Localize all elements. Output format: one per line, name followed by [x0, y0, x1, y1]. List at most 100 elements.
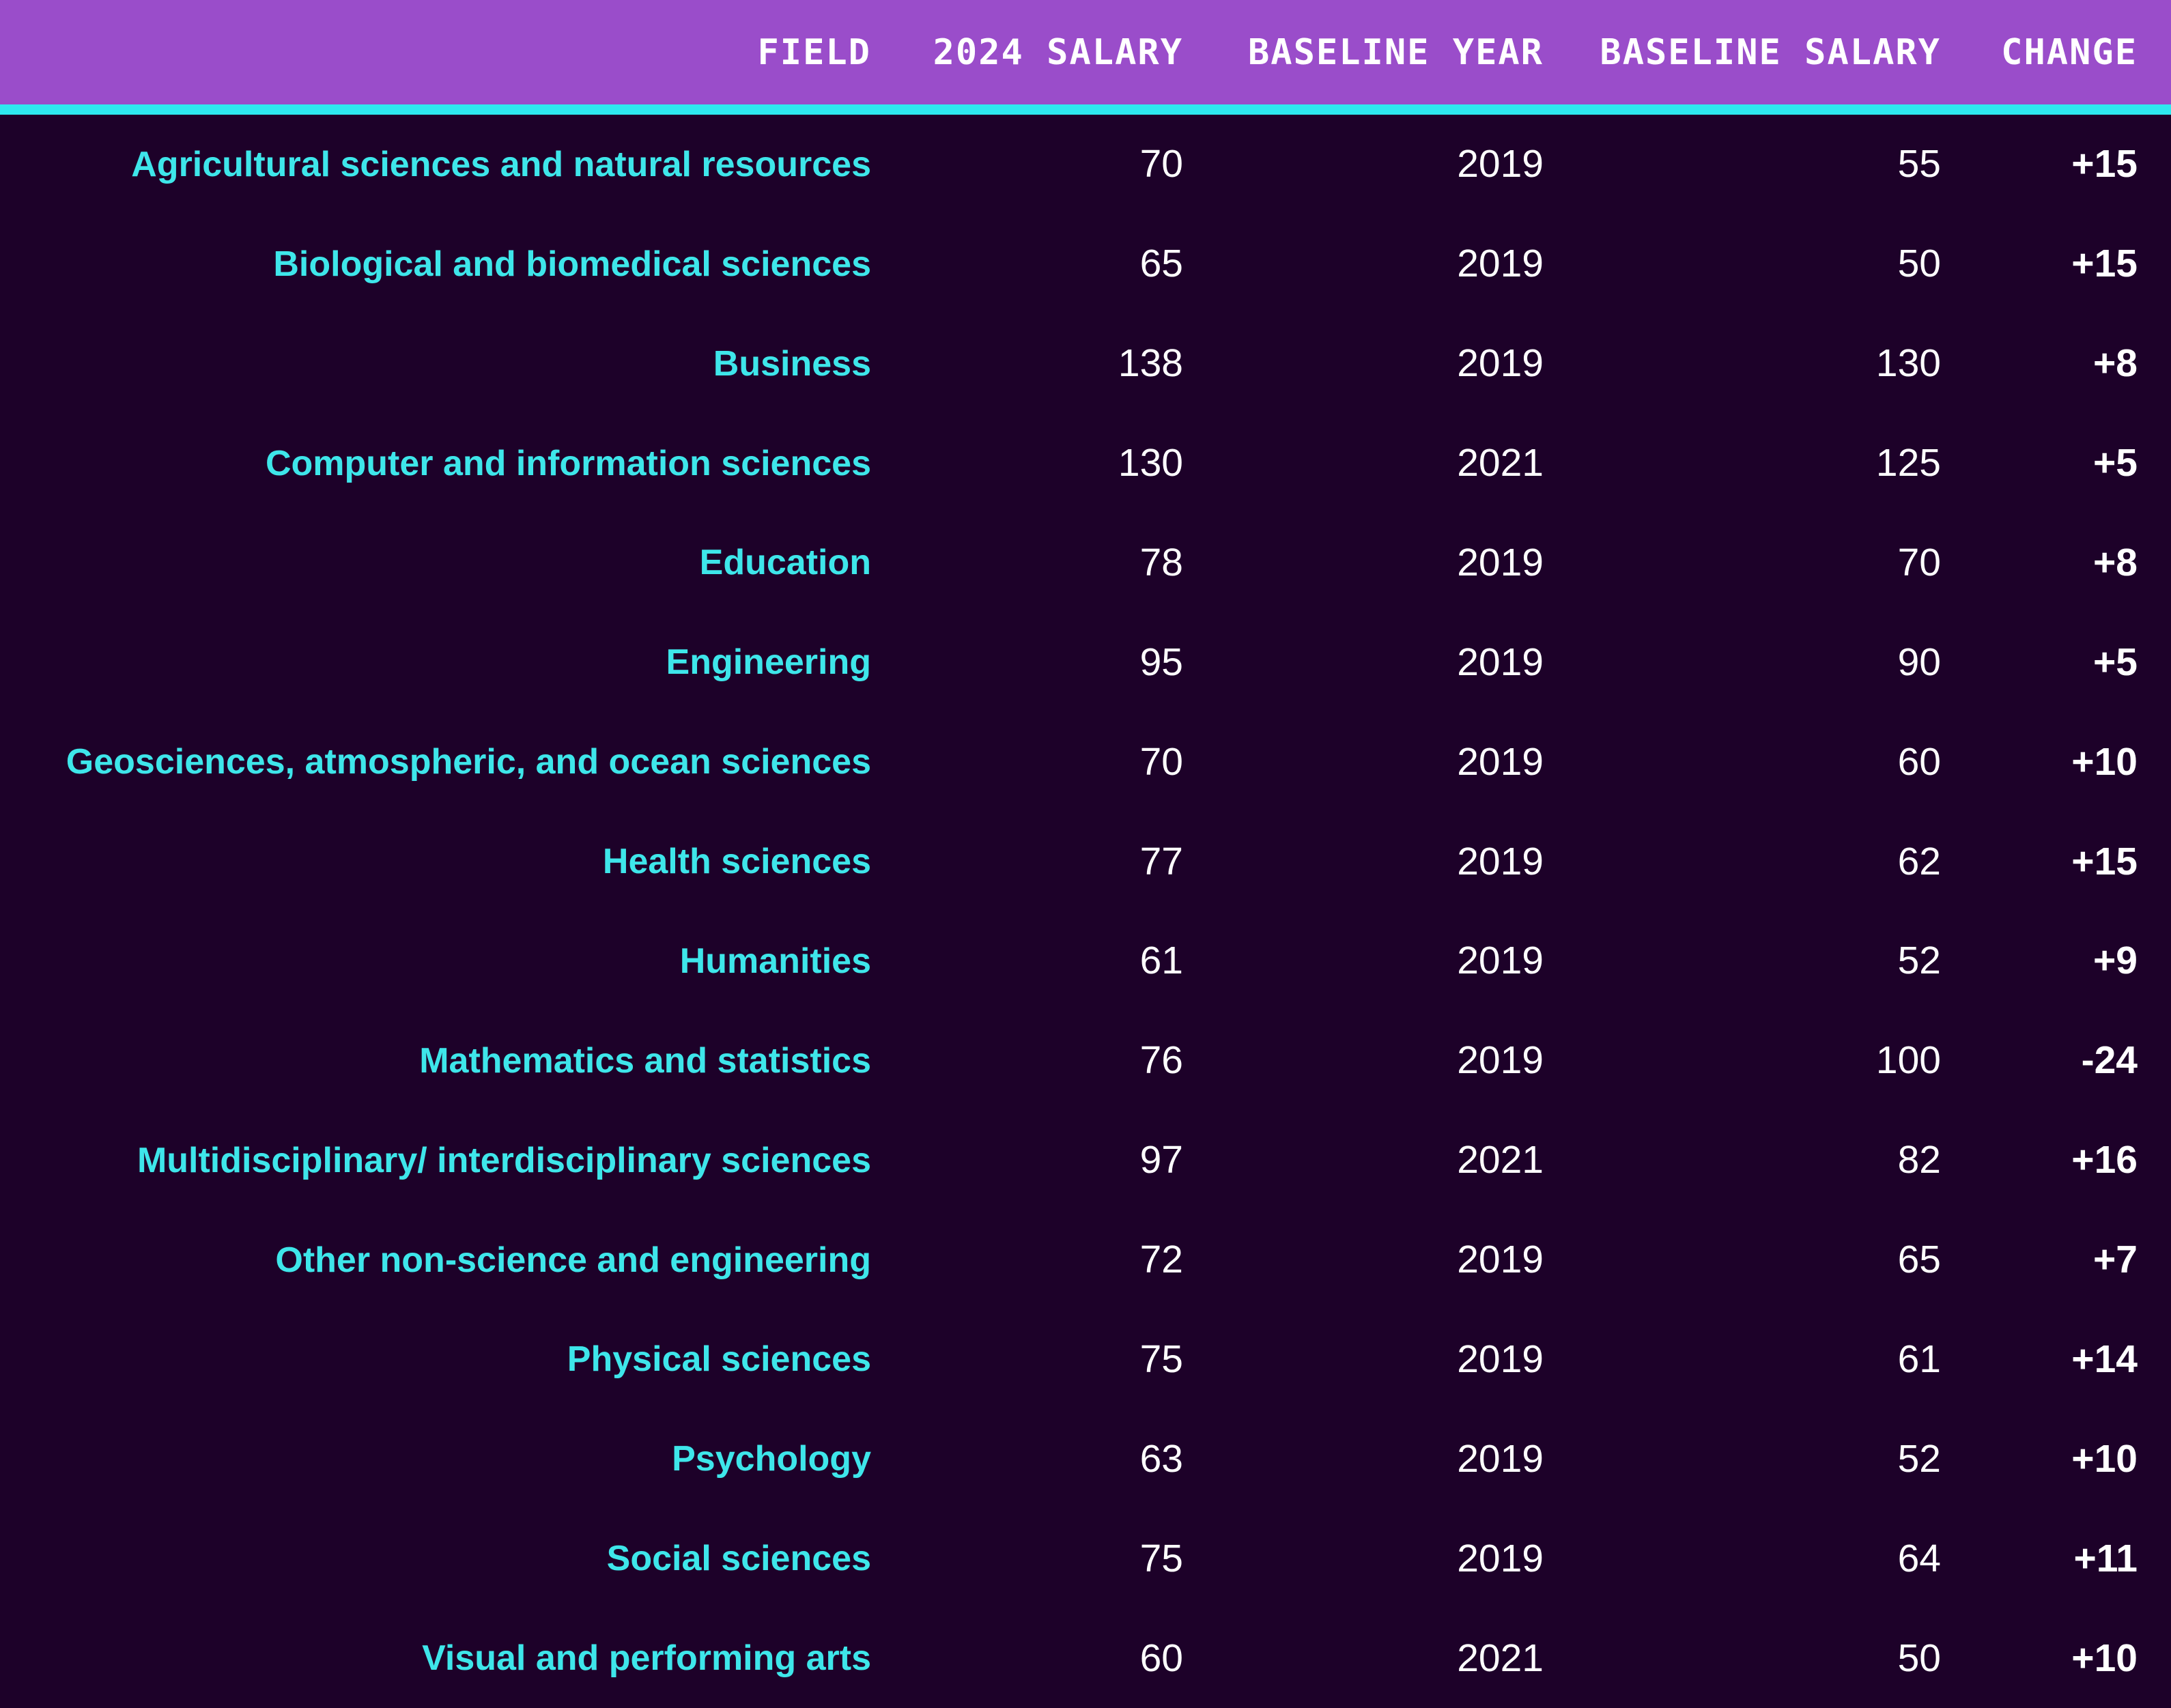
salary-change-table: FIELD 2024 SALARY BASELINE YEAR BASELINE… — [0, 0, 2171, 1708]
baseline-year-cell: 2019 — [1183, 941, 1544, 980]
baseline-year-cell: 2019 — [1183, 543, 1544, 582]
salary-2024-cell: 75 — [871, 1340, 1183, 1379]
baseline-salary-cell: 100 — [1544, 1041, 1941, 1080]
field-name-cell: Psychology — [0, 1441, 871, 1477]
table-body: Agricultural sciences and natural resour… — [0, 115, 2171, 1708]
field-name-cell: Education — [0, 545, 871, 580]
field-name-cell: Mathematics and statistics — [0, 1043, 871, 1079]
baseline-year-cell: 2019 — [1183, 145, 1544, 184]
field-name-cell: Visual and performing arts — [0, 1640, 871, 1676]
table-row: Other non-science and engineering 72 201… — [0, 1210, 2171, 1310]
salary-2024-cell: 76 — [871, 1041, 1183, 1080]
baseline-salary-cell: 130 — [1544, 344, 1941, 383]
baseline-salary-cell: 61 — [1544, 1340, 1941, 1379]
baseline-year-cell: 2019 — [1183, 643, 1544, 682]
change-cell: +5 — [1941, 444, 2138, 483]
salary-2024-cell: 78 — [871, 543, 1183, 582]
salary-2024-cell: 70 — [871, 145, 1183, 184]
change-cell: +9 — [1941, 941, 2138, 980]
table-row: Business 138 2019 130 +8 — [0, 314, 2171, 414]
table-row: Education 78 2019 70 +8 — [0, 513, 2171, 613]
header-field: FIELD — [0, 32, 871, 73]
field-name-cell: Multidisciplinary/ interdisciplinary sci… — [0, 1143, 871, 1178]
salary-2024-cell: 60 — [871, 1639, 1183, 1678]
table-row: Social sciences 75 2019 64 +11 — [0, 1509, 2171, 1608]
baseline-year-cell: 2019 — [1183, 842, 1544, 881]
baseline-salary-cell: 52 — [1544, 1440, 1941, 1479]
header-divider-rule — [0, 104, 2171, 115]
table-row: Mathematics and statistics 76 2019 100 -… — [0, 1011, 2171, 1111]
field-name-cell: Humanities — [0, 943, 871, 979]
baseline-salary-cell: 70 — [1544, 543, 1941, 582]
baseline-salary-cell: 50 — [1544, 1639, 1941, 1678]
change-cell: +5 — [1941, 643, 2138, 682]
table-row: Health sciences 77 2019 62 +15 — [0, 812, 2171, 911]
header-2024-salary: 2024 SALARY — [871, 32, 1183, 73]
table-row: Engineering 95 2019 90 +5 — [0, 612, 2171, 712]
baseline-year-cell: 2021 — [1183, 1141, 1544, 1180]
header-change: CHANGE — [1941, 32, 2138, 73]
change-cell: +15 — [1941, 145, 2138, 184]
change-cell: +11 — [1941, 1539, 2138, 1578]
baseline-year-cell: 2021 — [1183, 1639, 1544, 1678]
table-row: Geosciences, atmospheric, and ocean scie… — [0, 712, 2171, 812]
header-baseline-salary: BASELINE SALARY — [1544, 32, 1941, 73]
baseline-salary-cell: 52 — [1544, 941, 1941, 980]
field-name-cell: Physical sciences — [0, 1341, 871, 1377]
baseline-salary-cell: 64 — [1544, 1539, 1941, 1578]
field-name-cell: Computer and information sciences — [0, 446, 871, 481]
field-name-cell: Social sciences — [0, 1541, 871, 1576]
baseline-year-cell: 2019 — [1183, 1440, 1544, 1479]
table-row: Physical sciences 75 2019 61 +14 — [0, 1310, 2171, 1410]
salary-2024-cell: 97 — [871, 1141, 1183, 1180]
change-cell: +16 — [1941, 1141, 2138, 1180]
baseline-salary-cell: 55 — [1544, 145, 1941, 184]
field-name-cell: Geosciences, atmospheric, and ocean scie… — [0, 744, 871, 780]
field-name-cell: Health sciences — [0, 844, 871, 879]
change-cell: -24 — [1941, 1041, 2138, 1080]
salary-2024-cell: 138 — [871, 344, 1183, 383]
field-name-cell: Engineering — [0, 644, 871, 680]
table-row: Biological and biomedical sciences 65 20… — [0, 214, 2171, 314]
table-row: Computer and information sciences 130 20… — [0, 414, 2171, 513]
salary-2024-cell: 72 — [871, 1240, 1183, 1279]
salary-2024-cell: 77 — [871, 842, 1183, 881]
salary-2024-cell: 63 — [871, 1440, 1183, 1479]
baseline-year-cell: 2019 — [1183, 244, 1544, 283]
change-cell: +15 — [1941, 244, 2138, 283]
table-row: Humanities 61 2019 52 +9 — [0, 911, 2171, 1011]
field-name-cell: Other non-science and engineering — [0, 1242, 871, 1278]
baseline-year-cell: 2019 — [1183, 1539, 1544, 1578]
baseline-salary-cell: 90 — [1544, 643, 1941, 682]
change-cell: +14 — [1941, 1340, 2138, 1379]
baseline-year-cell: 2021 — [1183, 444, 1544, 483]
baseline-year-cell: 2019 — [1183, 344, 1544, 383]
baseline-salary-cell: 125 — [1544, 444, 1941, 483]
change-cell: +8 — [1941, 543, 2138, 582]
baseline-year-cell: 2019 — [1183, 743, 1544, 782]
baseline-salary-cell: 82 — [1544, 1141, 1941, 1180]
field-name-cell: Biological and biomedical sciences — [0, 246, 871, 282]
salary-2024-cell: 61 — [871, 941, 1183, 980]
baseline-salary-cell: 65 — [1544, 1240, 1941, 1279]
baseline-salary-cell: 50 — [1544, 244, 1941, 283]
change-cell: +10 — [1941, 743, 2138, 782]
table-row: Visual and performing arts 60 2021 50 +1… — [0, 1608, 2171, 1708]
baseline-year-cell: 2019 — [1183, 1340, 1544, 1379]
change-cell: +7 — [1941, 1240, 2138, 1279]
change-cell: +10 — [1941, 1440, 2138, 1479]
field-name-cell: Agricultural sciences and natural resour… — [0, 147, 871, 182]
baseline-year-cell: 2019 — [1183, 1041, 1544, 1080]
salary-2024-cell: 130 — [871, 444, 1183, 483]
table-row: Agricultural sciences and natural resour… — [0, 115, 2171, 214]
baseline-salary-cell: 62 — [1544, 842, 1941, 881]
baseline-year-cell: 2019 — [1183, 1240, 1544, 1279]
table-row: Multidisciplinary/ interdisciplinary sci… — [0, 1111, 2171, 1210]
change-cell: +8 — [1941, 344, 2138, 383]
baseline-salary-cell: 60 — [1544, 743, 1941, 782]
change-cell: +10 — [1941, 1639, 2138, 1678]
salary-2024-cell: 95 — [871, 643, 1183, 682]
salary-2024-cell: 70 — [871, 743, 1183, 782]
table-row: Psychology 63 2019 52 +10 — [0, 1409, 2171, 1509]
salary-2024-cell: 75 — [871, 1539, 1183, 1578]
